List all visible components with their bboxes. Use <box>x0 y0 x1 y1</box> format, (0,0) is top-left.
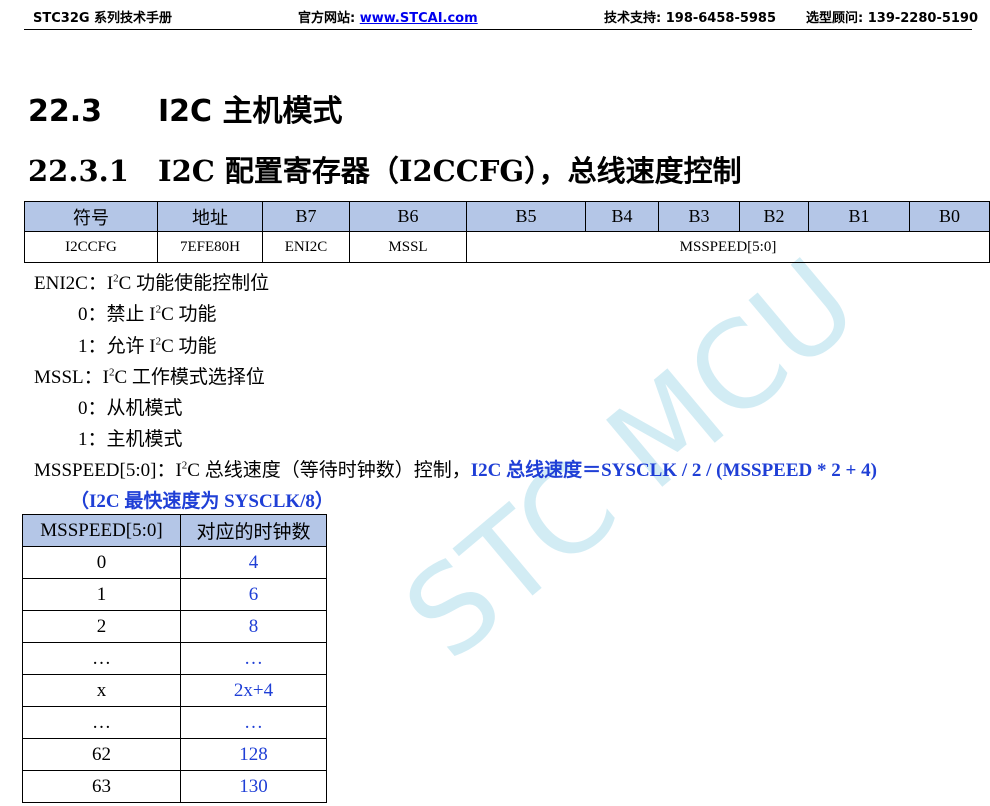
section-heading: 22.3 I2C 主机模式 <box>28 94 343 129</box>
mssl-desc: MSSL：I2C 工作模式选择位 <box>34 366 265 388</box>
clock-count: 130 <box>180 770 327 803</box>
mssl-option-1: 1：主机模式 <box>78 429 183 450</box>
msspeed-value: … <box>22 642 181 675</box>
col-msspeed: MSSPEED[5:0] <box>22 514 181 547</box>
max-speed-note: （I2C 最快速度为 SYSCLK/8） <box>70 491 334 512</box>
manual-title: STC32G 系列技术手册 <box>33 11 173 26</box>
col-address: 地址 <box>157 201 263 232</box>
official-site: 官方网站: www.STCAI.com <box>298 11 478 26</box>
eni2c-option-1: 1：允许 I2C 功能 <box>78 335 217 357</box>
msspeed-value: 62 <box>22 738 181 771</box>
clock-count: … <box>180 642 327 675</box>
clock-count: 128 <box>180 738 327 771</box>
cell-b6: MSSL <box>349 231 467 263</box>
table-row: 16 <box>22 578 327 611</box>
clock-count: … <box>180 706 327 739</box>
clock-count: 6 <box>180 578 327 611</box>
cell-b5-0: MSSPEED[5:0] <box>466 231 990 263</box>
msspeed-value: … <box>22 706 181 739</box>
col-b6: B6 <box>349 201 467 232</box>
table-row: x 2x+4 <box>22 674 327 707</box>
col-b4: B4 <box>585 201 659 232</box>
cell-symbol: I2CCFG <box>24 231 158 263</box>
col-b1: B1 <box>808 201 910 232</box>
page-header: STC32G 系列技术手册 官方网站: www.STCAI.com 技术支持: … <box>0 0 990 30</box>
tech-support: 技术支持: 198-6458-5985 <box>604 11 777 26</box>
col-symbol: 符号 <box>24 201 158 232</box>
clock-count: 4 <box>180 546 327 579</box>
clock-count: 2x+4 <box>180 674 327 707</box>
table-row: 62 128 <box>22 738 327 771</box>
col-b2: B2 <box>739 201 809 232</box>
site-link[interactable]: www.STCAI.com <box>360 11 478 26</box>
msspeed-value: 63 <box>22 770 181 803</box>
subsection-heading: 22.3.1 I2C 配置寄存器（I2CCFG），总线速度控制 <box>28 154 742 188</box>
col-b5: B5 <box>466 201 586 232</box>
eni2c-desc: ENI2C：I2C 功能使能控制位 <box>34 272 270 294</box>
table-row: 28 <box>22 610 327 643</box>
register-row: I2CCFG 7EFE80H ENI2C MSSL MSSPEED[5:0] <box>24 231 990 263</box>
table-row: 63 130 <box>22 770 327 803</box>
header-rule <box>24 29 972 30</box>
mssl-option-0: 0：从机模式 <box>78 398 183 419</box>
msspeed-value: x <box>22 674 181 707</box>
sales-advisor: 选型顾问: 139-2280-5190 <box>806 11 979 26</box>
clock-count: 8 <box>180 610 327 643</box>
cell-b7: ENI2C <box>262 231 350 263</box>
eni2c-option-0: 0：禁止 I2C 功能 <box>78 303 217 325</box>
register-header-row: 符号 地址 B7 B6 B5 B4 B3 B2 B1 B0 <box>24 201 990 232</box>
table-row: …… <box>22 642 327 675</box>
msspeed-value: 2 <box>22 610 181 643</box>
msspeed-value: 1 <box>22 578 181 611</box>
table-row: …… <box>22 706 327 739</box>
clock-table: MSSPEED[5:0] 对应的时钟数 0 4 1 6 2 8…… x 2x+4…… 62 128… <box>22 514 327 803</box>
speed-formula: I2C 总线速度＝SYSCLK / 2 / (MSSPEED * 2 + 4) <box>470 460 877 481</box>
cell-address: 7EFE80H <box>157 231 263 263</box>
msspeed-desc: MSSPEED[5:0]：I2C 总线速度（等待时钟数）控制，I2C 总线速度＝… <box>34 459 877 481</box>
col-b3: B3 <box>658 201 740 232</box>
register-table: 符号 地址 B7 B6 B5 B4 B3 B2 B1 B0 I2CCFG 7EF… <box>24 201 990 263</box>
table-row: 04 <box>22 546 327 579</box>
col-b0: B0 <box>909 201 990 232</box>
clock-header-row: MSSPEED[5:0] 对应的时钟数 <box>22 514 327 547</box>
col-b7: B7 <box>262 201 350 232</box>
col-clocks: 对应的时钟数 <box>180 514 327 547</box>
msspeed-value: 0 <box>22 546 181 579</box>
